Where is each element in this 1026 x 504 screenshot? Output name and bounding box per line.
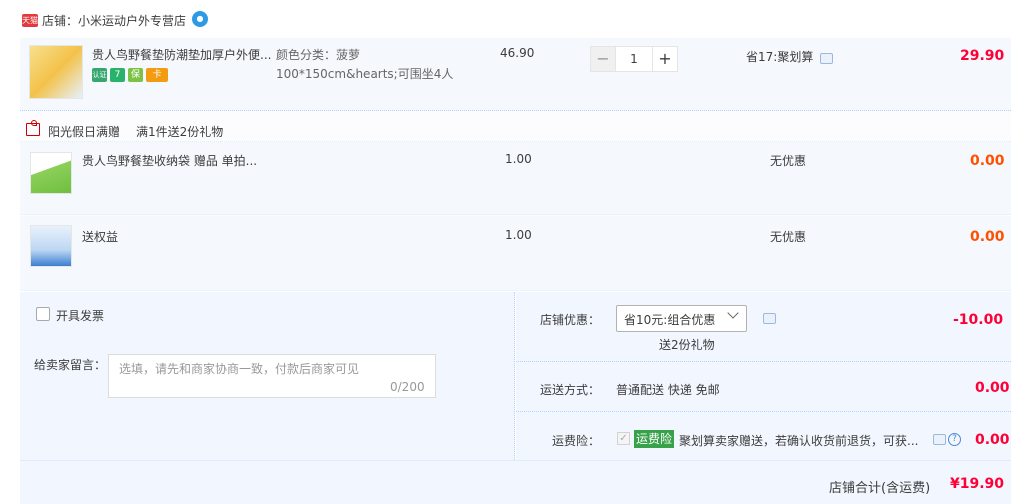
item-subtotal: 29.90: [960, 48, 1005, 64]
auth-icon[interactable]: 认证: [92, 68, 107, 82]
promo-note: 送2份礼物: [659, 338, 715, 352]
sku-info: 颜色分类：菠萝100*150cm&hearts;可围坐4人: [276, 48, 454, 81]
insurance-label: 运费险：: [551, 434, 600, 448]
gift-item-subtotal: 0.00: [970, 229, 1005, 245]
gift-item-price: 1.00: [505, 228, 532, 242]
main-item-title[interactable]: 贵人鸟野餐垫防潮垫加厚户外便...: [92, 46, 272, 64]
unit-price: 46.90: [500, 46, 535, 60]
help-icon[interactable]: ?: [948, 433, 961, 446]
gift-item-price: 1.00: [505, 152, 532, 166]
message-char-count: 0/200: [390, 380, 425, 394]
gift-icon: [26, 120, 40, 136]
message-label: 给卖家留言：: [34, 358, 107, 372]
shop-total-label: 店铺合计(含运费): [829, 481, 931, 496]
shipping-amount: 0.00: [975, 380, 1010, 396]
invoice-checkbox[interactable]: [36, 307, 50, 321]
comment-icon[interactable]: [763, 313, 776, 324]
qty-input[interactable]: 1: [616, 46, 652, 72]
gift-promo-label: 阳光假日满赠: [48, 125, 121, 139]
promo-label: 店铺优惠：: [539, 313, 600, 327]
shop-total-amount: ¥19.90: [950, 476, 1005, 492]
gift-item-title[interactable]: 送权益: [82, 228, 118, 245]
promo-amount: -10.00: [953, 312, 1004, 328]
shop-name[interactable]: 店铺：小米运动户外专营店: [42, 12, 186, 29]
gift-promo-desc: 满1件送2份礼物: [136, 125, 224, 139]
qty-minus-button[interactable]: −: [590, 46, 616, 72]
gift-item-discount: 无优惠: [770, 230, 807, 244]
comment-icon[interactable]: [820, 53, 833, 64]
insurance-desc: 聚划算卖家赠送，若确认收货前退货，可获...: [679, 434, 919, 448]
invoice-label[interactable]: 开具发票: [56, 307, 104, 324]
gift-item-thumbnail[interactable]: [30, 225, 72, 267]
insurance-amount: 0.00: [975, 432, 1010, 448]
guarantee-icon[interactable]: 保: [128, 68, 143, 82]
gift-item-thumbnail[interactable]: [30, 152, 72, 194]
insurance-tag: 运费险: [634, 430, 675, 448]
card-icon[interactable]: 卡: [146, 68, 168, 82]
tmall-icon: 天猫: [22, 14, 38, 27]
gift-item-discount: 无优惠: [770, 154, 807, 168]
main-item-thumbnail[interactable]: [29, 45, 83, 99]
item-discount: 省17:聚划算: [746, 50, 814, 64]
seven-day-icon[interactable]: 7: [110, 68, 125, 82]
qty-plus-button[interactable]: +: [652, 46, 678, 72]
message-placeholder: 选填，请先和商家协商一致，付款后商家可见: [119, 362, 360, 376]
divider: [516, 361, 1011, 362]
promo-selected-value: 省10元:组合优惠: [624, 313, 716, 327]
gift-item-title[interactable]: 贵人鸟野餐垫收纳袋 赠品 单拍...: [82, 152, 257, 169]
gift-item-subtotal: 0.00: [970, 153, 1005, 169]
comment-icon[interactable]: [933, 434, 946, 445]
divider: [516, 411, 1011, 412]
wangwang-chat-icon[interactable]: ●: [192, 11, 208, 27]
insurance-checkbox[interactable]: ✓: [617, 432, 630, 445]
quantity-stepper: − 1 +: [590, 46, 678, 72]
shipping-label: 运送方式：: [539, 383, 600, 397]
service-badges: 认证 7 保 卡: [92, 68, 168, 82]
shipping-value: 普通配送 快递 免邮: [616, 383, 720, 397]
